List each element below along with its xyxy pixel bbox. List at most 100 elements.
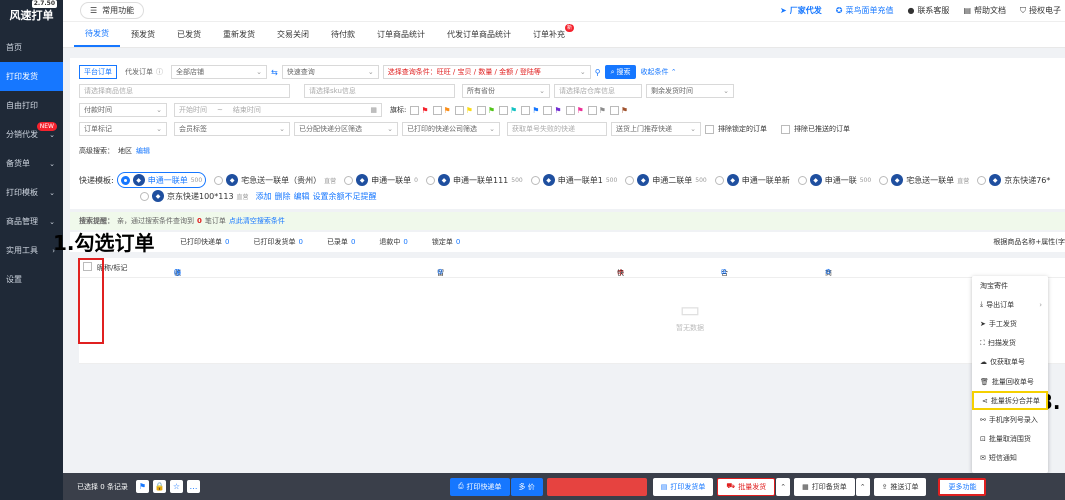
collapse-conditions-link[interactable]: 收起条件 ⌃ (640, 67, 676, 77)
stock-dropdown[interactable]: ⌃ (855, 477, 870, 496)
template-radio[interactable] (714, 175, 724, 185)
tab-closed[interactable]: 交易关闭 (266, 21, 320, 47)
menu-item-manual-ship[interactable]: ➤ 手工发货 (972, 314, 1048, 333)
quick-query-select[interactable]: 快速查询 ⌄ (281, 65, 379, 79)
cainiao-recharge-link[interactable]: ✪ 菜鸟面单充值 (836, 5, 894, 16)
filter-printed-express[interactable]: 已打印快递单 0 (168, 237, 241, 247)
tab-shipped[interactable]: 已发货 (166, 21, 212, 47)
add-template-link[interactable]: 添加 (256, 191, 272, 202)
search-button[interactable]: ⌕ 搜索 (604, 65, 637, 79)
tab-supplement[interactable]: 订单补充新 (522, 21, 576, 47)
filter-recorded[interactable]: 已录单 0 (315, 237, 367, 247)
goods-info-input[interactable]: 请选择商品信息 (79, 84, 290, 98)
fail-courier-input[interactable]: 获取单号失败的快递 (507, 122, 607, 136)
balance-warning-link[interactable]: 设置余额不足提醒 (313, 191, 377, 202)
common-functions-button[interactable]: ☰ 常用功能 (80, 2, 145, 19)
filter-refunding[interactable]: 退款中 0 (367, 237, 419, 247)
remain-time-select[interactable]: 剩余发货时间 ⌄ (646, 84, 734, 98)
printed-company-select[interactable]: 已打印的快递公司筛选 ⌄ (402, 122, 500, 136)
delete-template-link[interactable]: 删除 (275, 191, 291, 202)
tab-pre-ship[interactable]: 预发货 (120, 21, 166, 47)
sidebar-item-distribution[interactable]: 分销代发 NEW ⌄ (0, 120, 63, 149)
exclude-locked-checkbox[interactable] (705, 124, 714, 134)
order-mark-select[interactable]: 订单标记 ⌄ (79, 122, 167, 136)
sidebar-item-templates[interactable]: 打印模板 ⌄ (0, 178, 63, 207)
filter-locked[interactable]: 锁定单 0 (420, 237, 472, 247)
pin-icon[interactable]: ⚲ (595, 68, 601, 77)
gear-icon[interactable]: ⚙ (825, 268, 831, 276)
help-docs-link[interactable]: ▤ 帮助文档 (963, 5, 1006, 16)
tab-goods-stats[interactable]: 订单商品统计 (366, 21, 436, 47)
print-express-button[interactable]: ⎙ 打印快递单 (449, 477, 510, 496)
multi-button[interactable]: 多 价 (510, 477, 543, 496)
clear-search-link[interactable]: 点此清空搜索条件 (229, 216, 285, 226)
courier-template-item[interactable]: ◆ 申通一联单111 500 (426, 174, 523, 186)
pickup-courier-select[interactable]: 送货上门推荐快递 ⌄ (611, 122, 701, 136)
courier-template-item[interactable]: ◆ 申通二联单 500 (625, 174, 707, 186)
batch-ship-button[interactable]: ⛟ 批量发货 (717, 477, 776, 496)
template-radio[interactable] (344, 175, 354, 185)
template-radio[interactable] (977, 175, 987, 185)
template-radio[interactable] (530, 175, 540, 185)
star-icon[interactable]: ☆ (169, 480, 183, 493)
menu-item-recycle-number[interactable]: 🗑 批量回收单号 (972, 372, 1048, 391)
courier-template-item[interactable]: ◆ 申通一联单 0 (344, 174, 418, 186)
factory-link[interactable]: ➤ 厂家代发 (780, 5, 822, 16)
sidebar-item-stock[interactable]: 备货单 ⌄ (0, 149, 63, 178)
courier-template-item[interactable]: ◆ 申通一联单 500 (116, 172, 207, 188)
flag-checkbox[interactable] (499, 105, 509, 115)
flag-checkbox[interactable] (432, 105, 442, 115)
date-range-input[interactable]: 开始时间 ~ 结束时间 ▦ (174, 103, 382, 117)
exclude-pushed-checkbox[interactable] (781, 124, 790, 134)
tab-reship[interactable]: 重新发货 (212, 21, 266, 47)
filter-printed-ship[interactable]: 已打印发货单 0 (241, 237, 314, 247)
pay-time-select[interactable]: 付款时间 ⌄ (79, 103, 167, 117)
flag-checkbox[interactable] (476, 105, 486, 115)
sku-info-input[interactable]: 请选择sku信息 (304, 84, 455, 98)
platform-order-toggle[interactable]: 平台订单 (79, 65, 117, 79)
menu-item-cancel-hold[interactable]: ⊡ 批量取消围货 (972, 430, 1048, 449)
push-order-button[interactable]: ⇪ 推送订单 (873, 477, 927, 496)
query-condition-select[interactable]: 选择查询条件：旺旺 / 宝贝 / 数量 / 金额 / 登陆等 ⌄ (382, 65, 591, 79)
lock-icon[interactable]: 🔒 (152, 480, 166, 493)
authorize-link[interactable]: ⛉ 授权电子 (1020, 5, 1061, 16)
sidebar-item-settings[interactable]: 设置 (0, 265, 63, 294)
flag-checkbox[interactable] (587, 105, 597, 115)
sidebar-item-free-print[interactable]: 自由打印 (0, 91, 63, 120)
template-radio[interactable] (797, 175, 807, 185)
flag-checkbox[interactable] (543, 105, 553, 115)
menu-item-serial-entry[interactable]: ⚯ 手机序列号录入 (972, 410, 1048, 429)
tab-agent-stats[interactable]: 代发订单商品统计 (436, 21, 522, 47)
warehouse-input[interactable]: 请选择店仓库信息 (554, 84, 642, 98)
courier-zone-select[interactable]: 已分配快递分区筛选 ⌄ (294, 122, 398, 136)
more-icon[interactable]: … (186, 480, 200, 493)
courier-template-item[interactable]: ◆ 申通一联 500 (797, 174, 871, 186)
flag-checkbox[interactable] (454, 105, 464, 115)
courier-template-item[interactable]: ◆ 宅急送一联单 直营 (879, 174, 969, 186)
sort-select[interactable]: 根据商品名称+属性(字 (993, 237, 1065, 247)
tab-unpaid[interactable]: 待付款 (320, 21, 366, 47)
tab-pending[interactable]: 待发货 (74, 21, 120, 47)
ship-dropdown[interactable]: ⌃ (776, 477, 791, 496)
print-stock-button[interactable]: ▦ 打印备货单 (794, 477, 855, 496)
template-radio[interactable] (426, 175, 435, 185)
template-radio[interactable] (879, 175, 889, 185)
store-select[interactable]: 全部店铺 ⌄ (171, 65, 267, 79)
gear-icon[interactable]: ⚙ (437, 268, 443, 276)
template-radio[interactable] (120, 175, 130, 185)
menu-item-export[interactable]: ⤓ 导出订单 › (972, 295, 1048, 314)
flag-icon[interactable]: ⚑ (135, 480, 149, 493)
member-tag-select[interactable]: 会员标签 ⌄ (174, 122, 290, 136)
courier-template-item[interactable]: ◆ 宅急送一联单（贵州） 直营 (214, 174, 336, 186)
courier-template-item[interactable]: ◆ 申通一联单新 (714, 174, 790, 186)
swap-icon[interactable]: ⇆ (271, 68, 278, 77)
courier-template-item[interactable]: ◆ 申通一联单1 500 (530, 174, 617, 186)
template-radio[interactable] (625, 175, 635, 185)
template-radio[interactable] (140, 191, 149, 201)
menu-item-get-number[interactable]: ☁ 仅获取单号 (972, 353, 1048, 372)
flag-checkbox[interactable] (609, 105, 619, 115)
more-functions-button[interactable]: 更多功能 (938, 477, 987, 496)
courier-template-item[interactable]: ◆ 京东快递76* (977, 174, 1050, 186)
flag-checkbox[interactable] (565, 105, 575, 115)
edit-template-link[interactable]: 编辑 (294, 191, 310, 202)
